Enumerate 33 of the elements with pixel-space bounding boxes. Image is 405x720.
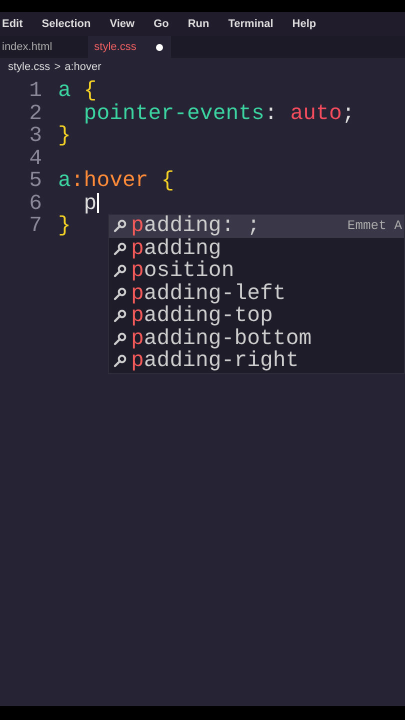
line-number: 4: [28, 148, 43, 170]
suggestion-item[interactable]: padding: ; Emmet A: [109, 215, 404, 238]
suggestion-item[interactable]: padding-left: [109, 282, 404, 305]
line-number: 1: [28, 80, 43, 102]
breadcrumb-item[interactable]: a:hover: [64, 58, 102, 76]
code-line: a {: [58, 80, 97, 102]
code-line: a:hover {: [58, 170, 174, 192]
suggestion-detail: Emmet A: [347, 217, 403, 235]
line-number: 3: [28, 125, 43, 148]
menu-item[interactable]: Help: [292, 16, 316, 32]
code-line: p: [82, 192, 99, 215]
breadcrumb-item[interactable]: style.css: [8, 58, 50, 76]
code-line: }: [58, 215, 71, 238]
menu-item[interactable]: Selection: [42, 16, 91, 32]
menu-item[interactable]: Run: [188, 16, 210, 32]
suggestion-item[interactable]: padding-bottom: [109, 328, 404, 350]
menu-item[interactable]: Go: [154, 16, 169, 32]
menu-item[interactable]: View: [110, 16, 135, 32]
line-number: 5: [28, 170, 43, 192]
menu-item[interactable]: Terminal: [228, 16, 274, 32]
code-line: pointer-events: auto;: [82, 102, 355, 125]
line-number: 2: [28, 102, 43, 125]
menu-item[interactable]: Edit: [2, 16, 23, 32]
breadcrumb-separator: >: [54, 60, 61, 75]
line-number: 6: [28, 192, 43, 215]
line-number: 7: [28, 215, 43, 238]
suggestion-item[interactable]: padding-right: [109, 350, 404, 372]
code-line: }: [58, 125, 71, 148]
suggestion-item[interactable]: padding-top: [109, 305, 404, 328]
editor-tab[interactable]: style.css: [88, 36, 172, 58]
editor-tab[interactable]: index.html: [0, 36, 60, 58]
suggestion-item[interactable]: position: [109, 260, 404, 282]
suggestion-item[interactable]: padding: [109, 238, 404, 260]
